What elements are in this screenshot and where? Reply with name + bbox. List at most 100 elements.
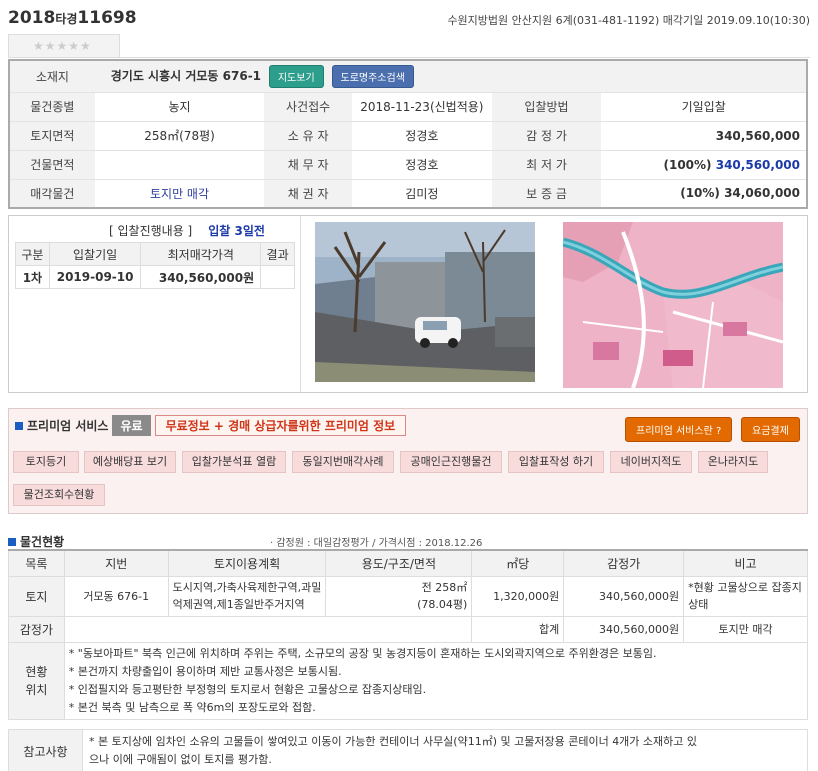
bid-row: 1차 2019-09-10 340,560,000원 [15,265,295,289]
land-area: 258㎡(78평) [94,121,265,151]
court-info: 수원지방법원 안산지원 6계(031-481-1192) 매각기일 2019.0… [447,14,810,27]
tag-nearby-public-sale[interactable]: 공매인근진행물건 [400,451,502,473]
case-header: 2018타경11698 수원지방법원 안산지원 6계(031-481-1192)… [8,8,810,32]
summary-row: 건물면적 채 무 자 정경호 최 저 가 (100%) 340,560,000 [9,150,807,180]
status-header: 지번 [63,549,169,577]
remark-label: 참고사항 [8,729,83,771]
summary-label: 입찰방법 [491,92,602,122]
tag-onnara-map[interactable]: 온나라지도 [698,451,768,473]
empty-cell [63,615,472,643]
bid-method: 기일입찰 [601,92,807,122]
location-map[interactable] [563,222,783,388]
bid-date: 2019-09-10 [48,265,142,289]
situation-row: 현황 위치 * "동보아파트" 북측 인근에 위치하며 주위는 주택, 소규모의 … [8,641,809,720]
situation-label: 현황 위치 [8,641,65,720]
location-cell: 경기도 시흥시 거모동 676-1 지도보기 도로명주소검색 [94,60,807,93]
debtor: 정경호 [352,150,492,180]
remark-line: 으나 이에 구애됨이 없이 토지를 평가함. [89,753,272,766]
deposit: (10%) 34,060,000 [680,186,800,201]
minimum-price-percent: (100%) [663,157,712,172]
sum-label: 합계 [471,615,565,643]
situation-text: * "동보아파트" 북측 인근에 위치하며 주위는 주택, 소규모의 공장 및 … [63,641,809,720]
status-appraisal: 340,560,000원 [563,575,685,617]
situation-line: * 인접필지와 등고평탄한 부정형의 토지로서 현황은 고물상으로 잡종지상태임… [68,682,427,696]
bullet-icon [8,537,16,546]
status-title: 물건현황 [8,533,64,550]
status-header: ㎡당 [471,549,565,577]
status-header: 목록 [8,549,65,577]
remark-text: * 본 토지상에 임차인 소유의 고물들이 쌓여있고 이동이 가능한 컨테이너 … [83,730,808,771]
days-left: 입찰 3일전 [208,224,265,238]
status-lot: 거모동 676-1 [63,575,169,617]
bid-header: 결과 [260,242,295,266]
bid-round: 1차 [15,265,50,289]
owner: 정경호 [352,121,492,151]
summary-label: 소 유 자 [264,121,353,151]
road-address-search-button[interactable]: 도로명주소검색 [331,64,414,88]
premium-desc: 무료정보 + 경매 상급자를위한 프리미엄 정보 [154,415,407,436]
creditor: 김미정 [405,186,439,201]
minimum-price-cell: (100%) 340,560,000 [601,150,807,180]
premium-title: 프리미엄 서비스 유료 무료정보 + 경매 상급자를위한 프리미엄 정보 [15,415,407,436]
total-row: 감정가 합계 340,560,000원 토지만 매각 [8,615,808,643]
status-header: 비고 [683,549,808,577]
sale-item: 토지만 매각 [150,186,210,201]
location-row: 소재지 경기도 시흥시 거모동 676-1 지도보기 도로명주소검색 [9,60,807,93]
bid-section: [ 입찰진행내용 ] 입찰 3일전 구분 입찰기일 최저매각가격 결과 1차 20… [8,215,808,393]
tag-naver-cadastral[interactable]: 네이버지적도 [610,451,692,473]
map-view-button[interactable]: 지도보기 [268,64,324,88]
paid-badge: 유료 [112,415,151,436]
summary-label: 건물면적 [9,150,95,180]
status-kind: 토지 [8,575,65,617]
appraisal-price: 340,560,000 [601,121,807,151]
bid-result [260,265,295,289]
bid-title: [ 입찰진행내용 ] 입찰 3일전 [109,224,265,238]
payment-button[interactable]: 요금결제 [741,417,800,442]
situation-line: * 본건까지 차량출입이 용이하며 제반 교통사정은 보통시됨. [68,664,342,678]
status-header: 감정가 [563,549,685,577]
rating-stars[interactable]: ★★★★★ [8,34,120,58]
summary-label: 최 저 가 [491,150,602,180]
summary-label: 토지면적 [9,121,95,151]
remark-table: 참고사항 * 본 토지상에 임차인 소유의 고물들이 쌓여있고 이동이 가능한 … [8,729,808,771]
case-number: 2018타경11698 [8,8,137,28]
premium-service: 프리미엄 서비스 유료 무료정보 + 경매 상급자를위한 프리미엄 정보 프리미… [8,408,808,514]
status-note: *현황 고물상으로 잡종지 상태 [683,575,808,617]
summary-row: 물건종별 농지 사건접수 2018-11-23(신법적용) 입찰방법 기일입찰 [9,92,807,122]
tag-bid-analysis[interactable]: 입찰가분석표 열람 [182,451,286,473]
area-line-2: (78.04평) [417,598,468,611]
summary-label: 매각물건 [9,179,95,208]
case-filed: 2018-11-23(신법적용) [352,92,492,122]
price-per-m2: 1,320,000원 [471,575,565,617]
tag-same-lot-cases[interactable]: 동일지번매각사례 [292,451,394,473]
divider [120,57,810,58]
summary-label: 사건접수 [264,92,353,122]
summary-row: 매각물건 토지만 매각 채 권 자 김미정 보 증 금 (10%) 34,060… [9,179,807,208]
bid-price: 340,560,000원 [140,265,262,289]
status-header: 토지이용계획 [167,549,327,577]
area-line-1: 전 258㎡ [421,581,468,594]
property-type: 농지 [94,92,265,122]
status-table: 목록 지번 토지이용계획 용도/구조/면적 ㎡당 감정가 비고 토지 거모동 6… [8,549,809,720]
location-label: 소재지 [9,60,95,93]
divider [300,216,301,392]
sum-value: 340,560,000원 [563,615,685,643]
premium-about-button[interactable]: 프리미엄 서비스란 ? [625,417,733,442]
bullet-icon [15,421,23,430]
bid-header: 최저매각가격 [140,242,262,266]
bid-header: 입찰기일 [48,242,142,266]
summary-label: 채 권 자 [264,179,353,208]
tag-view-count[interactable]: 물건조회수현황 [13,484,105,506]
summary-label: 채 무 자 [264,150,353,180]
total-label: 감정가 [8,615,65,643]
summary-label: 물건종별 [9,92,95,122]
tag-bid-form[interactable]: 입찰표작성 하기 [508,451,604,473]
tag-dividend-table[interactable]: 예상배당표 보기 [84,451,176,473]
location-value: 경기도 시흥시 거모동 676-1 [110,68,262,83]
tag-land-registry[interactable]: 토지등기 [13,451,79,473]
property-photo[interactable] [315,222,535,382]
land-use-plan: 도시지역,가축사육제한구역,과밀억제권역,제1종일반주거지역 [167,575,327,617]
situation-line: * 본건 북측 및 남측으로 폭 약6m의 포장도로와 접함. [68,700,316,714]
situation-line: * "동보아파트" 북측 인근에 위치하며 주위는 주택, 소규모의 공장 및 … [68,646,657,660]
remark-line: * 본 토지상에 임차인 소유의 고물들이 쌓여있고 이동이 가능한 컨테이너 … [89,735,698,748]
